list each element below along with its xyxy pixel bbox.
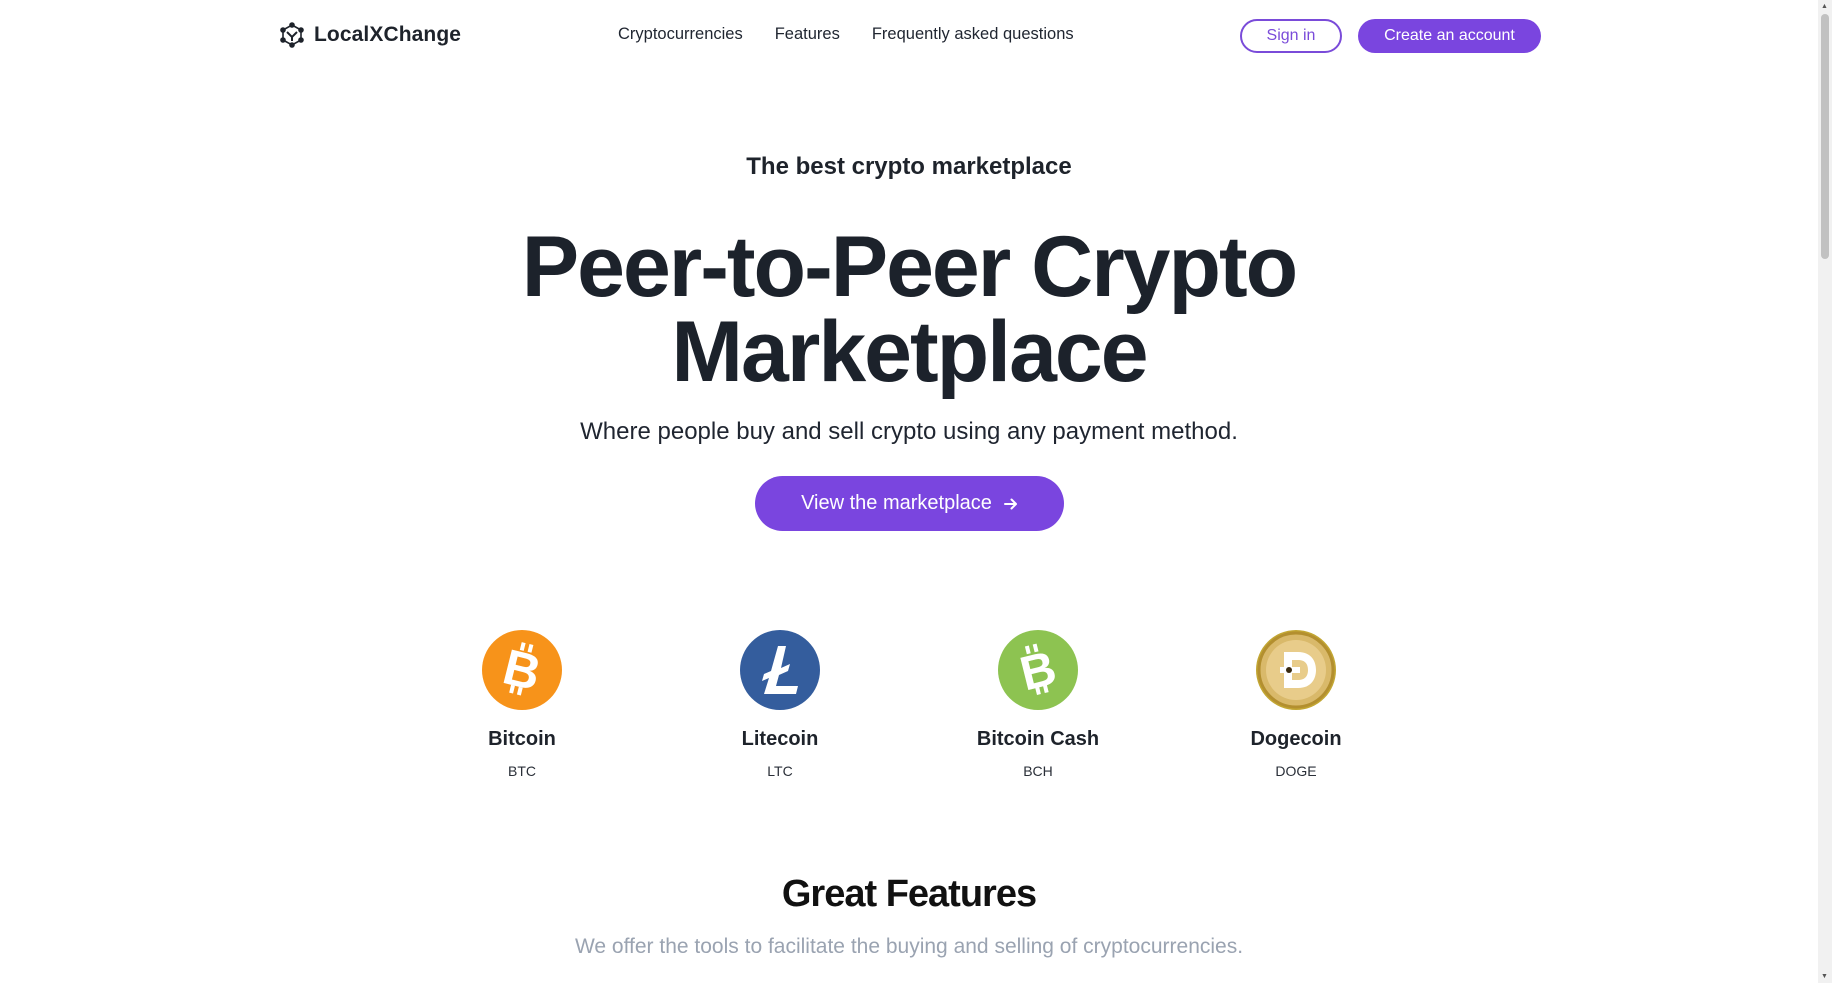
coin-name: Litecoin [741, 728, 819, 750]
features-subtitle: We offer the tools to facilitate the buy… [574, 935, 1244, 958]
brand-name: LocalXChange [314, 23, 462, 46]
coin-name: Bitcoin [488, 728, 556, 750]
view-marketplace-button[interactable]: View the marketplace [755, 476, 1064, 531]
coin-card-dogecoin[interactable]: Dogecoin DOGE [1196, 630, 1396, 779]
main-nav: Cryptocurrencies Features Frequently ask… [618, 25, 1074, 44]
dogecoin-icon [1256, 630, 1336, 710]
scroll-down-icon[interactable]: ▼ [1821, 973, 1828, 980]
bitcoin-cash-icon: B [998, 630, 1078, 710]
view-marketplace-label: View the marketplace [801, 492, 992, 514]
bitcoin-icon: B [482, 630, 562, 710]
features-title: Great Features [781, 873, 1037, 915]
hero-subtitle: Where people buy and sell crypto using a… [580, 418, 1238, 445]
brand-logo[interactable]: LocalXChange [279, 22, 461, 48]
vertical-scrollbar[interactable]: ▲ ▼ [1818, 0, 1832, 983]
coin-name: Dogecoin [1250, 728, 1342, 750]
sign-in-button[interactable]: Sign in [1240, 19, 1342, 53]
coin-ticker: DOGE [1275, 763, 1317, 779]
arrow-right-icon [1003, 498, 1017, 509]
coin-card-bitcoin-cash[interactable]: B Bitcoin Cash BCH [938, 630, 1138, 779]
nav-faq[interactable]: Frequently asked questions [872, 25, 1074, 44]
coin-ticker: LTC [767, 763, 793, 779]
logo-icon [280, 22, 304, 48]
landing-page: LocalXChange Cryptocurrencies Features F… [0, 0, 1832, 983]
coin-ticker: BCH [1023, 763, 1053, 779]
coin-card-litecoin[interactable]: Litecoin LTC [680, 630, 880, 779]
hero-title-line-2: Marketplace [671, 304, 1148, 400]
site-header: LocalXChange Cryptocurrencies Features F… [0, 0, 1832, 72]
create-account-button[interactable]: Create an account [1358, 19, 1541, 53]
hero-title-line-1: Peer-to-Peer Crypto [521, 219, 1298, 315]
scroll-up-icon[interactable]: ▲ [1821, 3, 1828, 10]
nav-cryptocurrencies[interactable]: Cryptocurrencies [618, 25, 743, 44]
hero-eyebrow: The best crypto marketplace [746, 153, 1072, 180]
litecoin-icon [740, 630, 820, 710]
coin-ticker: BTC [508, 763, 536, 779]
scrollbar-thumb[interactable] [1821, 14, 1829, 259]
hero-title: Peer-to-Peer Crypto Marketplace [0, 219, 1818, 400]
coin-card-bitcoin[interactable]: B Bitcoin BTC [422, 630, 622, 779]
coin-name: Bitcoin Cash [976, 728, 1100, 750]
nav-features[interactable]: Features [775, 25, 840, 44]
